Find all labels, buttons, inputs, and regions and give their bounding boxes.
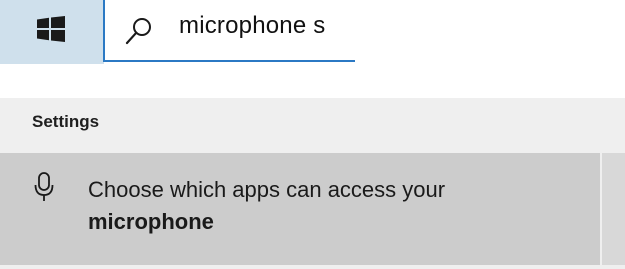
taskbar: microphone s xyxy=(0,0,625,70)
results-group-header: Settings xyxy=(32,112,100,131)
search-icon xyxy=(125,18,151,45)
search-results-panel: Settings Choose which apps can access yo… xyxy=(0,98,625,269)
result-text: Choose which apps can access your microp… xyxy=(88,174,588,238)
windows-logo-icon xyxy=(37,16,65,42)
microphone-icon xyxy=(34,172,54,201)
result-text-main: Choose which apps can access your xyxy=(88,177,446,202)
result-text-bold: microphone xyxy=(88,209,214,234)
start-button[interactable] xyxy=(0,0,104,64)
result-item-microphone-privacy[interactable]: Choose which apps can access your microp… xyxy=(0,153,600,265)
result-side-strip xyxy=(602,153,625,265)
search-box[interactable]: microphone s xyxy=(103,0,355,62)
search-input[interactable]: microphone s xyxy=(179,12,325,40)
